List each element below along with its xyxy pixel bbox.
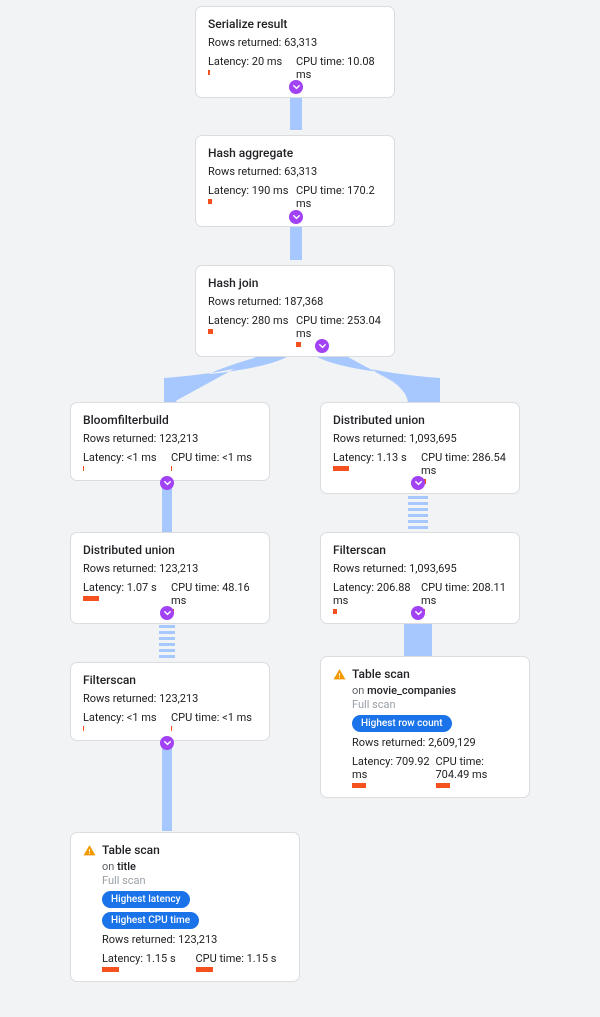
- toggle-collapse[interactable]: [160, 476, 174, 490]
- rows-returned: Rows returned: 63,313: [208, 36, 384, 49]
- cpu-bar: [171, 466, 259, 471]
- scan-type: Full scan: [102, 874, 289, 887]
- latency-label: Latency: 1.07 s: [83, 581, 171, 594]
- latency-bar: [333, 466, 421, 471]
- toggle-collapse[interactable]: [160, 736, 174, 750]
- node-title: Table scan: [102, 843, 289, 858]
- cpu-bar: [421, 609, 509, 614]
- latency-label: Latency: 20 ms: [208, 55, 296, 68]
- latency-label: Latency: <1 ms: [83, 451, 171, 464]
- cpu-label: CPU time: <1 ms: [171, 711, 259, 724]
- node-table-scan-movie-companies[interactable]: Table scan on movie_companies Full scan …: [320, 656, 530, 798]
- cpu-label: CPU time: 1.15 s: [196, 952, 290, 965]
- latency-label: Latency: 206.88 ms: [333, 581, 421, 607]
- cpu-bar: [171, 726, 259, 731]
- latency-bar: [208, 329, 296, 334]
- latency-bar: [208, 70, 296, 75]
- rows-returned: Rows returned: 2,609,129: [352, 736, 519, 749]
- cpu-bar: [196, 967, 290, 972]
- node-filterscan-left[interactable]: Filterscan Rows returned: 123,213 Latenc…: [70, 662, 270, 741]
- node-title: Filterscan: [83, 673, 259, 688]
- badge-highest-rows: Highest row count: [352, 715, 452, 732]
- node-title: Bloomfilterbuild: [83, 413, 259, 428]
- latency-label: Latency: 280 ms: [208, 314, 296, 327]
- node-bloomfilterbuild[interactable]: Bloomfilterbuild Rows returned: 123,213 …: [70, 402, 270, 481]
- cpu-bar: [171, 609, 259, 614]
- badge-highest-latency: Highest latency: [102, 891, 190, 908]
- latency-bar: [83, 466, 171, 471]
- toggle-collapse[interactable]: [411, 476, 425, 490]
- latency-bar: [333, 609, 421, 614]
- rows-returned: Rows returned: 123,213: [102, 933, 289, 946]
- node-title: Distributed union: [83, 543, 259, 558]
- warning-icon: [333, 668, 346, 681]
- cpu-bar: [421, 479, 509, 484]
- cpu-label: CPU time: 170.2 ms: [296, 184, 384, 210]
- latency-bar: [352, 783, 436, 788]
- toggle-collapse[interactable]: [289, 80, 303, 94]
- latency-bar: [83, 596, 171, 601]
- cpu-bar: [296, 212, 384, 217]
- latency-label: Latency: 190 ms: [208, 184, 296, 197]
- scan-target: on movie_companies: [352, 684, 519, 697]
- toggle-collapse[interactable]: [289, 210, 303, 224]
- rows-returned: Rows returned: 123,213: [83, 692, 259, 705]
- cpu-label: CPU time: 48.16 ms: [171, 581, 259, 607]
- cpu-bar: [296, 83, 384, 88]
- latency-label: Latency: <1 ms: [83, 711, 171, 724]
- query-plan-canvas: Serialize result Rows returned: 63,313 L…: [0, 0, 600, 1017]
- badge-highest-cpu: Highest CPU time: [102, 912, 199, 929]
- toggle-collapse[interactable]: [315, 339, 329, 353]
- cpu-label: CPU time: 253.04 ms: [296, 314, 384, 340]
- toggle-collapse[interactable]: [411, 606, 425, 620]
- rows-returned: Rows returned: 123,213: [83, 562, 259, 575]
- latency-label: Latency: 1.15 s: [102, 952, 196, 965]
- toggle-collapse[interactable]: [160, 606, 174, 620]
- rows-returned: Rows returned: 187,368: [208, 295, 384, 308]
- latency-bar: [102, 967, 196, 972]
- scan-target: on title: [102, 860, 289, 873]
- node-title: Hash join: [208, 276, 384, 291]
- scan-type: Full scan: [352, 698, 519, 711]
- cpu-label: CPU time: 704.49 ms: [436, 755, 520, 781]
- cpu-label: CPU time: <1 ms: [171, 451, 259, 464]
- rows-returned: Rows returned: 123,213: [83, 432, 259, 445]
- rows-returned: Rows returned: 1,093,695: [333, 432, 509, 445]
- node-title: Hash aggregate: [208, 146, 384, 161]
- latency-bar: [208, 199, 296, 204]
- warning-icon: [83, 844, 96, 857]
- cpu-label: CPU time: 208.11 ms: [421, 581, 509, 607]
- node-hash-join[interactable]: Hash join Rows returned: 187,368 Latency…: [195, 265, 395, 357]
- node-table-scan-title[interactable]: Table scan on title Full scan Highest la…: [70, 832, 300, 982]
- node-title: Distributed union: [333, 413, 509, 428]
- cpu-label: CPU time: 10.08 ms: [296, 55, 384, 81]
- node-title: Table scan: [352, 667, 519, 682]
- rows-returned: Rows returned: 1,093,695: [333, 562, 509, 575]
- cpu-label: CPU time: 286.54 ms: [421, 451, 509, 477]
- latency-label: Latency: 1.13 s: [333, 451, 421, 464]
- latency-label: Latency: 709.92 ms: [352, 755, 436, 781]
- node-title: Serialize result: [208, 17, 384, 32]
- cpu-bar: [296, 342, 384, 347]
- cpu-bar: [436, 783, 520, 788]
- rows-returned: Rows returned: 63,313: [208, 165, 384, 178]
- node-title: Filterscan: [333, 543, 509, 558]
- latency-bar: [83, 726, 171, 731]
